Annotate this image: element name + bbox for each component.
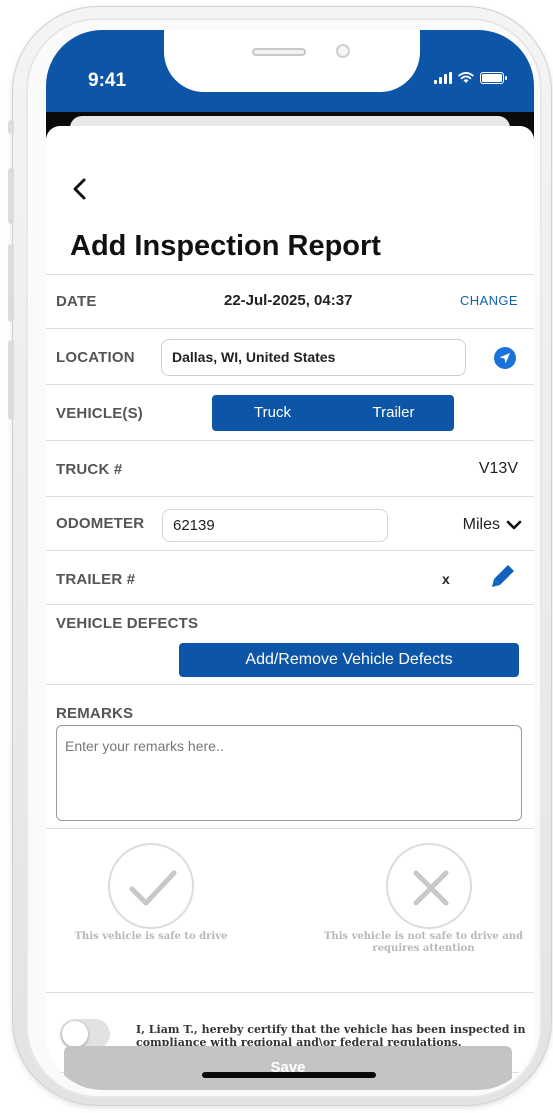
page-title: Add Inspection Report (70, 230, 381, 262)
inspection-sheet: Add Inspection Report DATE 22-Jul-2025, … (46, 126, 534, 1090)
vehicle-segmented-control: Truck Trailer (212, 395, 454, 431)
status-icons (434, 72, 507, 84)
phone-notch (164, 30, 420, 92)
safe-caption: This vehicle is safe to drive (74, 931, 228, 942)
segment-trailer[interactable]: Trailer (333, 395, 454, 431)
vehicles-label: VEHICLE(S) (56, 405, 144, 422)
odometer-label: ODOMETER (56, 515, 145, 532)
unsafe-caption-line2: requires attention (372, 943, 475, 954)
remarks-input[interactable]: Enter your remarks here.. (56, 725, 522, 821)
trailer-row: TRAILER # x (46, 550, 534, 604)
truck-value: V13V (478, 460, 518, 477)
location-arrow-icon[interactable] (494, 347, 516, 369)
not-safe-button[interactable] (386, 843, 472, 929)
date-label: DATE (56, 293, 97, 310)
chevron-down-icon (506, 520, 522, 530)
unsafe-caption: This vehicle is not safe to drive and re… (316, 931, 531, 955)
truck-row: TRUCK # V13V (46, 440, 534, 496)
wifi-icon (458, 72, 474, 83)
signal-icon (434, 72, 452, 84)
remarks-label: REMARKS (56, 705, 134, 722)
status-time: 9:41 (88, 70, 127, 91)
safe-to-drive-button[interactable] (108, 843, 194, 929)
unit-dropdown[interactable]: Miles (463, 516, 522, 534)
power-button (8, 340, 14, 420)
defects-row: VEHICLE DEFECTS Add/Remove Vehicle Defec… (46, 604, 534, 684)
trailer-label: TRAILER # (56, 571, 136, 588)
x-icon (413, 870, 449, 906)
truck-label: TRUCK # (56, 461, 123, 478)
clear-trailer-button[interactable]: x (442, 571, 450, 587)
unit-value: Miles (462, 516, 500, 533)
remarks-row: REMARKS Enter your remarks here.. (46, 684, 534, 828)
odometer-row: ODOMETER 62139 Miles (46, 496, 534, 550)
side-button (8, 120, 14, 134)
unsafe-caption-line1: This vehicle is not safe to drive and (323, 931, 524, 942)
add-remove-defects-button[interactable]: Add/Remove Vehicle Defects (179, 643, 519, 677)
camera-dot (336, 44, 350, 58)
toggle-knob (62, 1021, 88, 1047)
segment-truck[interactable]: Truck (212, 395, 333, 431)
safety-row: This vehicle is safe to drive This vehic… (46, 828, 534, 992)
pencil-icon[interactable] (488, 561, 518, 591)
odometer-input[interactable]: 62139 (162, 509, 388, 542)
phone-screen: 9:41 Add Inspection Report DATE 22-Jul-2… (46, 30, 534, 1090)
volume-down-button (8, 244, 14, 322)
save-button[interactable]: Save (64, 1046, 512, 1090)
date-value: 22-Jul-2025, 04:37 (224, 292, 353, 309)
location-label: LOCATION (56, 349, 135, 366)
location-row: LOCATION Dallas, WI, United States (46, 328, 534, 384)
speaker-grille (252, 48, 306, 56)
checkmark-icon (129, 870, 177, 906)
certify-toggle[interactable] (60, 1019, 110, 1049)
defects-label: VEHICLE DEFECTS (56, 615, 199, 632)
back-button[interactable] (68, 174, 92, 204)
change-date-button[interactable]: CHANGE (460, 293, 518, 308)
battery-icon (480, 72, 507, 84)
chevron-left-icon (73, 178, 86, 200)
location-input[interactable]: Dallas, WI, United States (161, 339, 466, 376)
date-row: DATE 22-Jul-2025, 04:37 CHANGE (46, 274, 534, 328)
vehicles-row: VEHICLE(S) Truck Trailer (46, 384, 534, 440)
home-indicator (202, 1072, 376, 1078)
volume-up-button (8, 168, 14, 224)
